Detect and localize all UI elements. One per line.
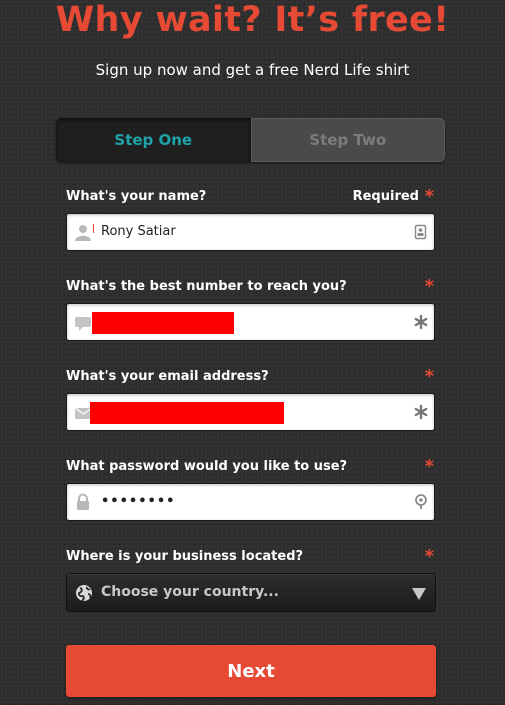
phone-label: What's the best number to reach you? [66, 279, 347, 294]
required-marker: * [424, 366, 434, 387]
country-label: Where is your business located? [66, 549, 304, 564]
country-placeholder: Choose your country... [101, 584, 279, 600]
asterisk-icon [414, 404, 428, 420]
asterisk-icon [414, 314, 428, 330]
password-label: What password would you like to use? [66, 459, 348, 474]
page-subtitle: Sign up now and get a free Nerd Life shi… [95, 61, 410, 79]
name-value: Rony Satiar [101, 224, 176, 239]
name-label: What's your name? [66, 189, 207, 204]
email-field[interactable] [66, 393, 435, 431]
email-value-redacted [90, 402, 284, 424]
next-button[interactable]: Next [66, 645, 436, 697]
required-label: Required [352, 189, 419, 204]
required-marker: * [424, 276, 434, 297]
chat-bubble-icon [74, 313, 94, 331]
country-select[interactable]: Choose your country... [66, 573, 436, 612]
required-marker: * [424, 546, 434, 567]
user-icon [74, 223, 95, 241]
password-value: •••••••• [101, 494, 176, 509]
contact-card-icon [414, 224, 428, 240]
required-marker: * [424, 186, 434, 207]
email-label: What's your email address? [66, 369, 269, 384]
tab-step-two[interactable]: Step Two [250, 118, 445, 162]
step-tabs: Step One Step Two [56, 118, 445, 162]
lock-icon [74, 493, 94, 511]
globe-icon [75, 584, 95, 602]
password-field[interactable]: •••••••• [66, 483, 435, 521]
name-field[interactable]: Rony Satiar [66, 213, 435, 251]
required-marker: * [424, 456, 434, 477]
phone-field[interactable] [66, 303, 435, 341]
key-icon [414, 494, 428, 510]
page-title: Why wait? It’s free! [55, 0, 450, 40]
tab-step-one[interactable]: Step One [56, 118, 251, 162]
dropdown-arrow-icon[interactable] [411, 586, 427, 605]
phone-value-redacted [92, 312, 234, 334]
